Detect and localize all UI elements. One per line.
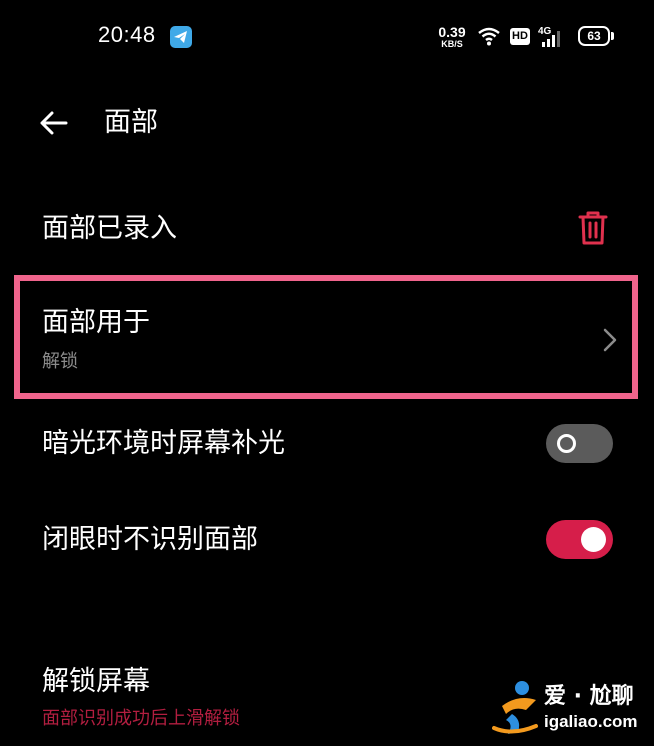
eyes-closed-label: 闭眼时不识别面部 <box>42 524 258 555</box>
low-light-fill-row: 暗光环境时屏幕补光 <box>0 418 654 474</box>
toggle-knob <box>581 527 606 552</box>
network-speed-value: 0.39 <box>438 24 466 40</box>
eyes-closed-toggle[interactable] <box>546 520 613 559</box>
watermark-figure-icon <box>492 681 538 734</box>
chevron-right-icon <box>600 325 620 355</box>
telegram-icon <box>170 26 192 48</box>
face-enrolled-row: 面部已录入 <box>0 205 654 255</box>
low-light-fill-toggle[interactable] <box>546 424 613 463</box>
face-usage-row[interactable]: 面部用于 解锁 <box>14 275 638 399</box>
watermark-text-top: 爱 · 尬聊 <box>544 684 634 709</box>
network-speed: 0.39 KB/S <box>434 25 470 49</box>
battery-tip <box>611 32 614 40</box>
wifi-icon <box>477 26 501 46</box>
low-light-fill-label: 暗光环境时屏幕补光 <box>42 428 285 459</box>
signal-icon: 4G <box>538 24 572 48</box>
hd-icon: HD <box>510 28 530 45</box>
face-usage-value: 解锁 <box>42 351 78 372</box>
back-arrow-icon[interactable] <box>34 103 74 143</box>
network-type-label: 4G <box>538 26 552 37</box>
page-title: 面部 <box>104 107 158 138</box>
watermark-logo: 爱 · 尬聊 igaliao.com <box>492 676 652 742</box>
toggle-knob <box>557 434 576 453</box>
status-time: 20:48 <box>98 22 156 47</box>
unlock-screen-label: 解锁屏幕 <box>42 666 150 697</box>
watermark-text-bottom: igaliao.com <box>544 712 638 731</box>
eyes-closed-row: 闭眼时不识别面部 <box>0 514 654 570</box>
battery-icon: 63 <box>578 26 610 46</box>
network-speed-unit: KB/S <box>441 39 463 49</box>
face-enrolled-label: 面部已录入 <box>42 213 177 244</box>
status-bar: 20:48 0.39 KB/S HD 4G 63 <box>0 0 654 72</box>
trash-icon[interactable] <box>576 210 610 246</box>
face-usage-label: 面部用于 <box>42 307 150 338</box>
page-header: 面部 <box>0 95 654 155</box>
unlock-screen-value: 面部识别成功后上滑解锁 <box>42 708 240 729</box>
